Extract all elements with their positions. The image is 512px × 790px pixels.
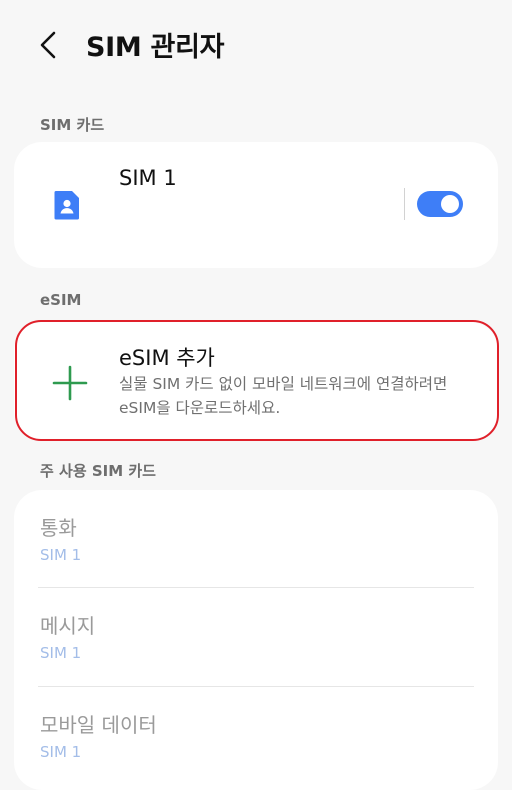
sim-card-panel: SIM 1 [14, 142, 498, 268]
chevron-left-icon [40, 31, 56, 59]
primary-sim-panel: 통화 SIM 1 메시지 SIM 1 모바일 데이터 SIM 1 [14, 490, 498, 790]
mobile-data-value: SIM 1 [40, 743, 82, 761]
sim-card-icon [54, 191, 79, 220]
primary-sim-mobile-data-row[interactable]: 모바일 데이터 SIM 1 [14, 709, 498, 785]
messages-title: 메시지 [40, 614, 96, 638]
section-header-sim-cards: SIM 카드 [40, 116, 105, 134]
plus-icon [52, 365, 88, 401]
row-divider [38, 686, 474, 687]
section-header-primary-sim: 주 사용 SIM 카드 [40, 462, 156, 480]
toggle-knob [441, 195, 459, 213]
sim-1-toggle[interactable] [417, 191, 463, 217]
calls-title: 통화 [40, 516, 77, 540]
section-header-esim: eSIM [40, 291, 82, 309]
messages-value: SIM 1 [40, 644, 82, 662]
toggle-divider [404, 188, 405, 220]
primary-sim-messages-row[interactable]: 메시지 SIM 1 [14, 610, 498, 686]
back-button[interactable] [30, 26, 66, 64]
calls-value: SIM 1 [40, 546, 82, 564]
sim-1-label: SIM 1 [119, 166, 177, 190]
primary-sim-calls-row[interactable]: 통화 SIM 1 [14, 512, 498, 588]
app-header: SIM 관리자 [0, 0, 512, 92]
add-esim-title: eSIM 추가 [119, 346, 215, 370]
page-title: SIM 관리자 [86, 32, 225, 63]
add-esim-item[interactable]: eSIM 추가 실물 SIM 카드 없이 모바일 네트워크에 연결하려면 eSI… [14, 322, 498, 440]
row-divider [38, 587, 474, 588]
mobile-data-title: 모바일 데이터 [40, 713, 157, 737]
add-esim-description: 실물 SIM 카드 없이 모바일 네트워크에 연결하려면 eSIM을 다운로드하… [119, 375, 448, 417]
